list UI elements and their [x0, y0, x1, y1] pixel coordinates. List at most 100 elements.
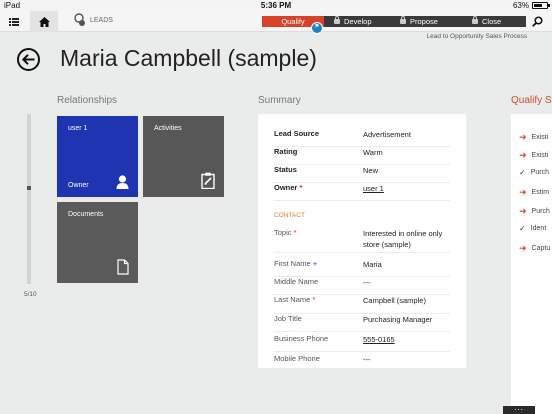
stage-propose[interactable]: Propose: [392, 16, 465, 27]
lock-icon: [334, 16, 340, 24]
page-title: Maria Campbell (sample): [60, 45, 317, 71]
checkmark-icon: ✓: [519, 224, 526, 233]
field-last-name[interactable]: Last Name * Campbell (sample): [274, 295, 450, 314]
more-commands-button[interactable]: ...: [503, 404, 535, 414]
summary-panel: Lead Source Advertisement Rating Warm St…: [258, 114, 466, 368]
recommended-marker: +: [312, 259, 318, 268]
field-value: Maria: [363, 260, 382, 269]
relationships-heading: Relationships: [57, 95, 118, 106]
back-arrow-icon: [22, 54, 35, 65]
field-value: ---: [363, 355, 371, 364]
qualify-step[interactable]: ✓ Ident: [519, 224, 546, 233]
arrow-right-icon: ➜: [519, 132, 527, 142]
battery-percent: 63%: [512, 1, 529, 10]
clipboard-icon: [201, 172, 215, 189]
flag-icon[interactable]: ⚑: [311, 22, 323, 34]
field-value: Advertisement: [363, 130, 411, 139]
tile-label: user 1: [68, 125, 88, 132]
field-middle-name[interactable]: Middle Name ---: [274, 277, 450, 295]
summary-heading: Summary: [258, 95, 301, 106]
qualify-step[interactable]: ➜ Purch: [519, 206, 550, 217]
field-lead-source[interactable]: Lead Source Advertisement: [274, 129, 450, 147]
field-rating[interactable]: Rating Warm: [274, 147, 450, 165]
arrow-right-icon: ➜: [519, 243, 527, 253]
page-indicator: 5/10: [24, 291, 37, 298]
field-label: Rating: [274, 147, 298, 156]
menu-button[interactable]: [0, 11, 28, 32]
qualify-heading: Qualify St: [511, 95, 552, 106]
entity-label: LEADS: [90, 16, 113, 24]
document-icon: [117, 259, 129, 275]
slider-thumb[interactable]: [27, 186, 31, 190]
field-topic[interactable]: Topic * Interested in online only store …: [274, 228, 450, 253]
field-label: Status: [274, 165, 297, 174]
status-bar: iPad 5:36 PM 63%: [0, 0, 552, 11]
field-label: Middle Name: [274, 277, 319, 286]
qualify-step[interactable]: ➜ Captu: [519, 243, 550, 254]
field-value: Campbell (sample): [363, 296, 426, 305]
qualify-step[interactable]: ➜ Estim: [519, 187, 549, 198]
process-name: Lead to Opportunity Sales Process: [426, 33, 527, 40]
field-mobile-phone[interactable]: Mobile Phone ---: [274, 354, 450, 368]
tile-label: Activities: [154, 125, 182, 132]
phone-link[interactable]: 555-0165: [363, 334, 453, 345]
arrow-right-icon: ➜: [519, 206, 527, 216]
field-label: First Name +: [274, 259, 318, 268]
vertical-scroll-slider[interactable]: [27, 114, 31, 284]
stage-label: Propose: [410, 17, 438, 26]
field-label: Last Name *: [274, 295, 316, 304]
field-job-title[interactable]: Job Title Purchasing Manager: [274, 314, 450, 332]
back-button[interactable]: [17, 48, 40, 71]
field-status[interactable]: Status New: [274, 165, 450, 183]
stage-close[interactable]: Close: [464, 16, 526, 27]
field-label: Owner *: [274, 183, 303, 192]
lock-icon: [400, 16, 406, 24]
arrow-right-icon: ➜: [519, 150, 527, 160]
field-label: Lead Source: [274, 129, 320, 138]
clock: 5:36 PM: [260, 1, 292, 10]
required-marker: *: [299, 183, 303, 192]
qualify-step[interactable]: ➜ Existi: [519, 150, 548, 161]
home-button[interactable]: [30, 11, 58, 32]
owner-link[interactable]: user 1: [363, 183, 453, 194]
field-value: Purchasing Manager: [363, 315, 433, 324]
arrow-right-icon: ➜: [519, 187, 527, 197]
battery-status: 63%: [512, 0, 550, 11]
stage-label: Develop: [344, 17, 372, 26]
home-icon: [38, 16, 50, 27]
person-icon: [116, 175, 129, 189]
field-label: Business Phone: [274, 334, 329, 343]
tile-sublabel: Owner: [68, 182, 89, 189]
field-value: Interested in online only store (sample): [363, 229, 443, 249]
field-business-phone[interactable]: Business Phone 555-0165: [274, 334, 450, 352]
field-first-name[interactable]: First Name + Maria: [274, 259, 450, 277]
search-button[interactable]: [528, 13, 546, 30]
field-value: Warm: [363, 148, 383, 157]
process-stage-bar: Qualify Develop Propose Close: [262, 16, 526, 27]
required-marker: *: [293, 228, 297, 237]
field-label: Mobile Phone: [274, 354, 320, 363]
qualify-step[interactable]: ➜ Existi: [519, 132, 548, 143]
required-marker: *: [312, 295, 316, 304]
list-menu-icon: [9, 17, 19, 26]
leads-icon: [74, 13, 85, 26]
qualify-step[interactable]: ✓ Purch: [519, 168, 549, 177]
field-owner[interactable]: Owner * user 1: [274, 183, 450, 201]
stage-develop[interactable]: Develop: [324, 16, 393, 27]
tile-label: Documents: [68, 211, 104, 218]
battery-icon: [532, 2, 550, 9]
search-icon: [531, 16, 543, 27]
checkmark-icon: ✓: [519, 168, 526, 177]
entity-breadcrumb[interactable]: LEADS: [74, 13, 113, 27]
contact-section-header: CONTACT: [274, 212, 305, 219]
stage-label: Qualify: [281, 17, 305, 26]
field-value: New: [363, 166, 379, 175]
lock-icon: [472, 16, 478, 24]
stage-label: Close: [482, 17, 502, 26]
documents-tile[interactable]: Documents: [57, 202, 138, 283]
activities-tile[interactable]: Activities: [143, 116, 224, 197]
owner-tile[interactable]: user 1 Owner: [57, 116, 138, 197]
qualify-steps-panel: ➜ Existi ➜ Existi ✓ Purch ➜ Estim ➜ Purch ✓ Id…: [511, 114, 552, 414]
field-value: ---: [363, 278, 371, 287]
field-label: Topic *: [274, 228, 297, 237]
